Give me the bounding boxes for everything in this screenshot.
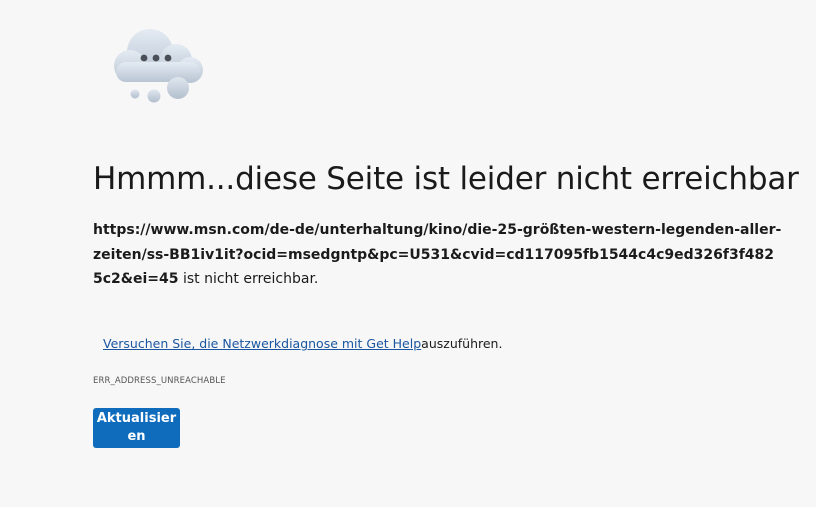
unreachable-text: ist nicht erreichbar.: [178, 271, 319, 287]
error-code: ERR_ADDRESS_UNREACHABLE: [93, 376, 226, 386]
cloud-icon: [104, 26, 212, 106]
page-title: Hmmm...diese Seite ist leider nicht erre…: [93, 161, 799, 197]
suggestion-suffix: auszuführen.: [421, 336, 503, 351]
get-help-link[interactable]: Versuchen Sie, die Netzwerkdiagnose mit …: [103, 336, 421, 351]
error-page: Hmmm...diese Seite ist leider nicht erre…: [0, 0, 816, 507]
error-message: https://www.msn.com/de-de/unterhaltung/k…: [93, 218, 783, 292]
reload-button[interactable]: Aktualisieren: [93, 408, 180, 448]
suggestion-text: Versuchen Sie, die Netzwerkdiagnose mit …: [103, 334, 502, 354]
